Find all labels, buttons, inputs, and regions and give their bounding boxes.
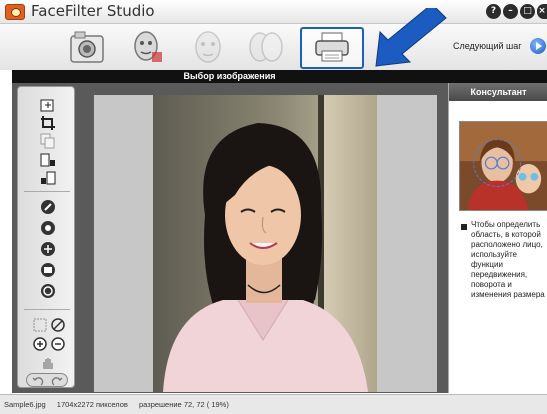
history-group xyxy=(26,373,68,387)
status-filename: Sample6.jpg xyxy=(4,400,46,409)
help-line: функции xyxy=(471,260,503,269)
maximize-button[interactable]: □ xyxy=(520,4,535,19)
status-bar: Sample6.jpg 1704x2272 пикселов разрешени… xyxy=(0,394,547,414)
copy-icon[interactable] xyxy=(40,133,56,149)
open-file-icon[interactable] xyxy=(40,97,56,113)
zoom-out-icon[interactable] xyxy=(50,336,66,352)
printer-icon[interactable] xyxy=(312,28,352,66)
section-title: Выбор изображения xyxy=(183,71,276,81)
section-header: Выбор изображения xyxy=(12,70,547,83)
help-line: расположено лицо, xyxy=(471,240,543,249)
help-line: передвижения, xyxy=(471,270,528,279)
help-button[interactable]: ? xyxy=(486,4,501,19)
help-line: используйте xyxy=(471,250,517,259)
consultant-help-text: Чтобы определить область, в которой расп… xyxy=(471,220,547,300)
minimize-button[interactable]: – xyxy=(503,4,518,19)
tool-separator xyxy=(24,191,70,192)
tool-e-icon[interactable] xyxy=(40,283,56,299)
face-select-icon[interactable] xyxy=(128,28,168,66)
app-logo-icon xyxy=(5,4,25,20)
tool-d-icon[interactable] xyxy=(40,262,56,278)
consultant-panel: Консультант Чтобы определить область, в … xyxy=(448,83,547,393)
tool-a-icon[interactable] xyxy=(40,199,56,215)
fit-icon[interactable] xyxy=(32,317,48,333)
status-resolution: разрешение 72, 72 ( 19%) xyxy=(139,400,229,409)
undo-icon[interactable] xyxy=(32,375,44,387)
tool-palette xyxy=(17,86,75,388)
help-line: Чтобы определить xyxy=(471,220,541,229)
help-line: изменения размера xyxy=(471,290,545,299)
redo-icon[interactable] xyxy=(51,375,63,387)
consultant-illustration xyxy=(459,121,547,211)
help-line: область, в которой xyxy=(471,230,541,239)
status-pixels: 1704x2272 пикселов xyxy=(56,400,128,409)
camera-icon[interactable] xyxy=(67,28,107,66)
rotate-right-icon[interactable] xyxy=(40,152,56,168)
help-line: поворота и xyxy=(471,280,512,289)
title-bar: FaceFilter Studio ? – □ × xyxy=(0,0,547,24)
next-step-button[interactable] xyxy=(530,38,546,54)
step-toolbar: Следующий шаг xyxy=(0,8,547,70)
crop-icon[interactable] xyxy=(40,115,56,131)
consultant-title: Консультант xyxy=(449,83,547,101)
portrait-photo[interactable] xyxy=(153,95,377,392)
app-title: FaceFilter Studio xyxy=(31,2,155,20)
callout-arrow-icon xyxy=(375,8,447,67)
bullet-icon xyxy=(461,224,467,230)
face-compare-icon[interactable] xyxy=(246,28,286,66)
rotate-left-icon[interactable] xyxy=(40,170,56,186)
face-edit-icon[interactable] xyxy=(188,28,228,66)
tool-c-icon[interactable] xyxy=(40,241,56,257)
zoom-in-icon[interactable] xyxy=(32,336,48,352)
close-button[interactable]: × xyxy=(537,4,547,19)
tool-b-icon[interactable] xyxy=(40,220,56,236)
tool-separator xyxy=(24,309,70,310)
hand-icon[interactable] xyxy=(40,355,56,371)
no-icon[interactable] xyxy=(50,317,66,333)
next-step-label[interactable]: Следующий шаг xyxy=(453,41,522,51)
